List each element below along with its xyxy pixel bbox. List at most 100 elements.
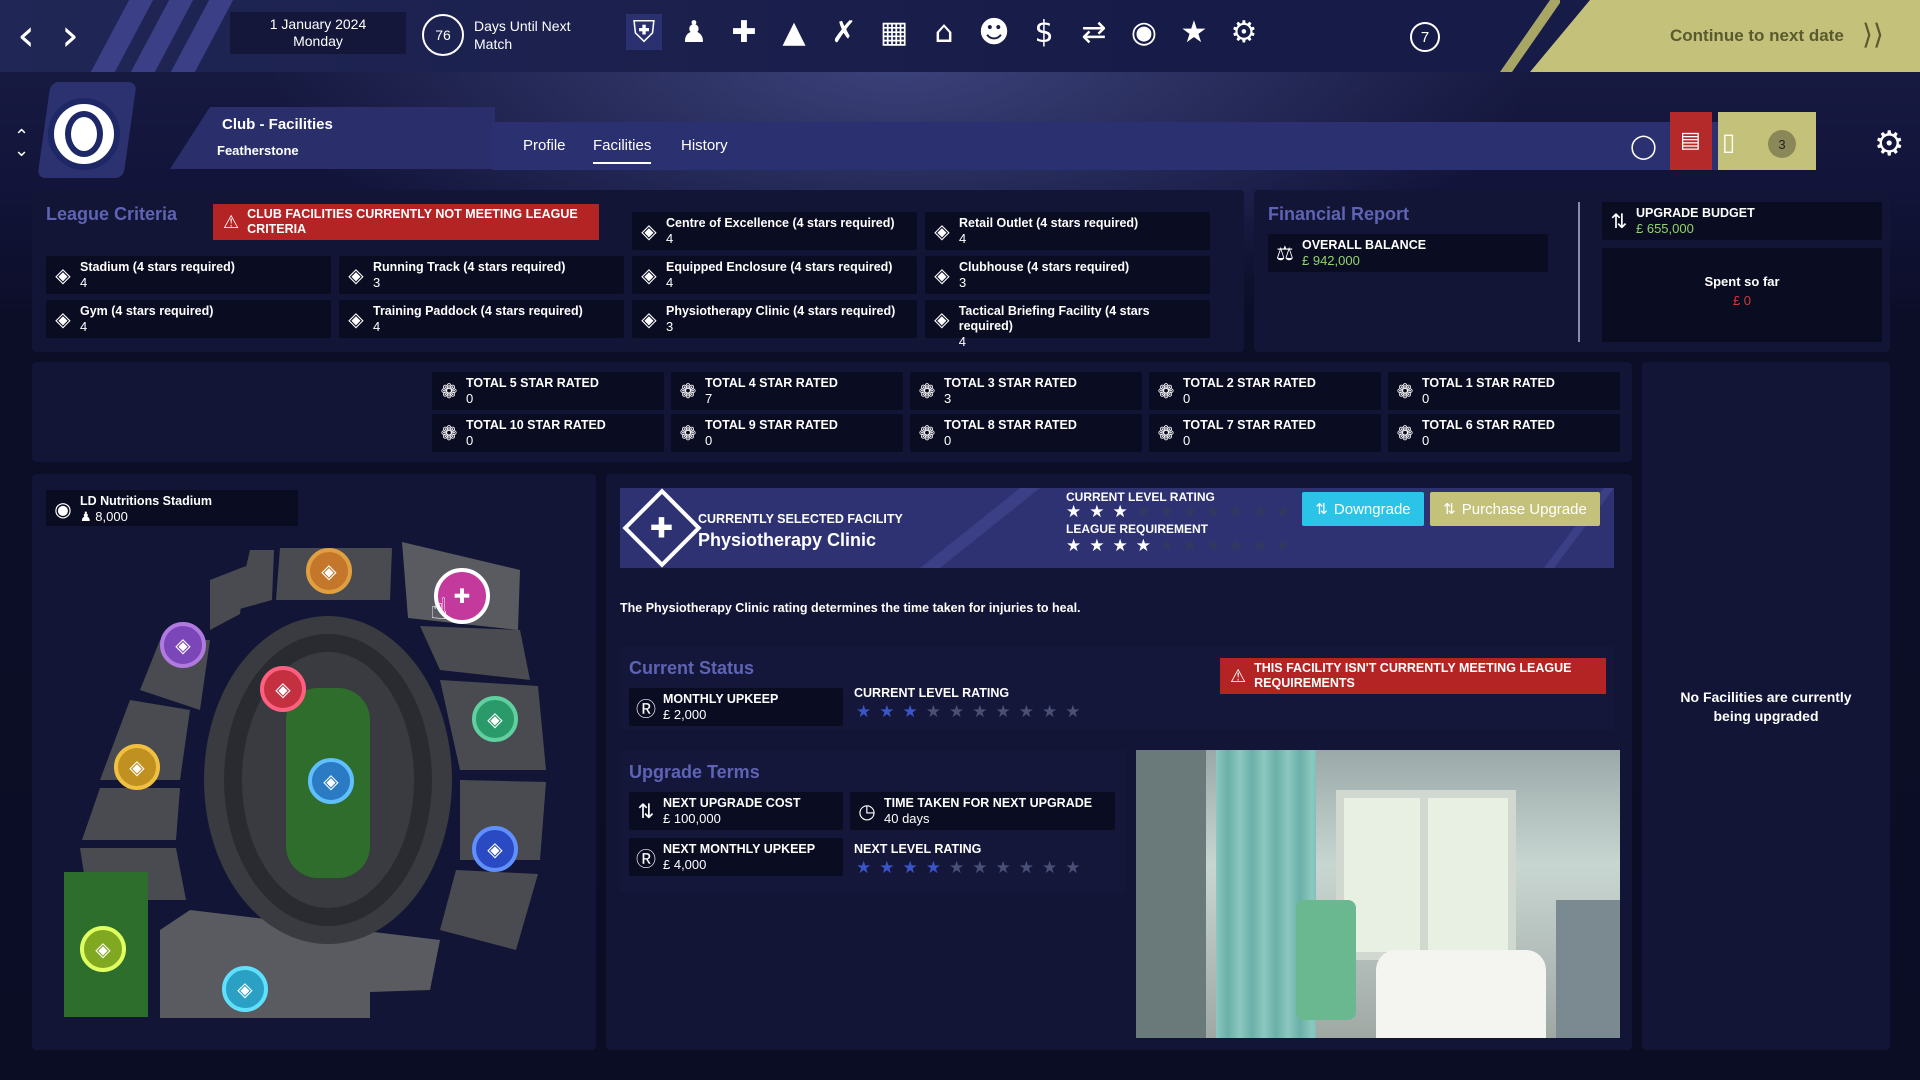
total-rated-card: ❁ TOTAL 8 STAR RATED 0: [910, 414, 1142, 452]
facility-diamond-icon: ◈: [641, 263, 657, 287]
financial-title: Financial Report: [1268, 204, 1410, 224]
back-arrow-icon[interactable]: ‹: [6, 10, 46, 61]
facility-diamond-icon: ◈: [934, 307, 950, 331]
total-rated-label: TOTAL 8 STAR RATED: [944, 418, 1077, 432]
star-empty-icon: ★: [1228, 536, 1244, 556]
facility-marker-running-track[interactable]: ◈: [260, 666, 306, 712]
star-badge-icon: ❁: [1157, 379, 1175, 403]
facility-marker-stadium[interactable]: ◈: [308, 758, 354, 804]
facility-diamond-icon: ◈: [934, 219, 950, 243]
total-rated-value: 3: [944, 391, 952, 406]
facility-marker-gym[interactable]: ◈: [114, 744, 160, 790]
criteria-value: 4: [666, 275, 674, 290]
budget-label: UPGRADE BUDGET: [1636, 206, 1755, 220]
stadium-icon: ◉: [54, 497, 72, 521]
star-empty-icon: ★: [1275, 536, 1291, 556]
upgrade-arrows-icon: ⇅: [1610, 209, 1628, 233]
facility-marker-equipped-enclosure[interactable]: ◈: [222, 966, 268, 1012]
star-empty-icon: ★: [1042, 858, 1058, 878]
tab-history[interactable]: History: [681, 137, 728, 154]
total-rated-card: ❁ TOTAL 9 STAR RATED 0: [671, 414, 903, 452]
club-switch-icon[interactable]: ⌃ ⌄: [14, 128, 29, 160]
next-upgrade-cost: ⇅ NEXT UPGRADE COST £ 100,000: [629, 792, 843, 830]
facility-marker-centre-of-excellence[interactable]: ◈: [472, 826, 518, 872]
league-requirement-stars: ★ ★ ★ ★ ★ ★ ★ ★ ★ ★: [1066, 536, 1291, 556]
tab-facilities[interactable]: Facilities: [593, 137, 652, 164]
star-badge-icon: ❁: [918, 379, 936, 403]
finance-icon[interactable]: $: [1026, 14, 1062, 50]
divider: [1578, 202, 1580, 342]
tab-profile[interactable]: Profile: [523, 137, 566, 154]
criteria-value: 4: [959, 231, 967, 246]
purchase-upgrade-button[interactable]: ⇅ Purchase Upgrade: [1430, 492, 1600, 526]
overall-balance: ⚖ OVERALL BALANCE £ 942,000: [1268, 234, 1548, 272]
criteria-item: ◈ Tactical Briefing Facility (4 stars re…: [925, 300, 1210, 349]
coach-icon[interactable]: ▲: [776, 14, 812, 50]
budget-value: £ 655,000: [1636, 221, 1694, 236]
home-icon[interactable]: ⌂: [926, 14, 962, 50]
facility-marker-clubhouse[interactable]: ◈: [306, 548, 352, 594]
star-empty-icon: ★: [1205, 502, 1221, 522]
club-crest: [48, 98, 120, 170]
downgrade-label[interactable]: Downgrade: [1334, 501, 1411, 518]
spent-so-far: Spent so far £ 0: [1602, 248, 1882, 342]
purchase-upgrade-label[interactable]: Purchase Upgrade: [1462, 501, 1587, 518]
continue-arrow-icon[interactable]: ⟩⟩: [1862, 18, 1884, 51]
scales-icon: ⚖: [1276, 241, 1294, 265]
total-rated-label: TOTAL 10 STAR RATED: [466, 418, 606, 432]
criteria-label: Retail Outlet (4 stars required): [959, 216, 1139, 230]
criteria-item: ◈ Running Track (4 stars required) 3: [339, 256, 624, 294]
trophy-icon[interactable]: ★: [1176, 14, 1212, 50]
globe-icon[interactable]: ◯: [1630, 132, 1657, 160]
balance-value: £ 942,000: [1302, 253, 1360, 268]
main-nav-icons: ⛨ ♟ ✚ ▲ ✗ ▦ ⌂ ☻ $ ⇄ ◉ ★ ⚙: [626, 14, 1262, 50]
facility-marker-tactical-briefing[interactable]: ◈: [160, 622, 206, 668]
dollar-icon: Ⓡ: [636, 846, 656, 871]
upgrade-budget: ⇅ UPGRADE BUDGET £ 655,000: [1602, 202, 1882, 240]
continue-label[interactable]: Continue to next date: [1670, 26, 1844, 46]
star-empty-icon: ★: [1065, 858, 1081, 878]
downgrade-button[interactable]: ⇅ Downgrade: [1302, 492, 1424, 526]
criteria-value: 4: [958, 334, 966, 349]
cursor-hand-icon: ☝: [430, 592, 449, 627]
criteria-label: Equipped Enclosure (4 stars required): [666, 260, 893, 274]
facility-warning: ⚠ THIS FACILITY ISN'T CURRENTLY MEETING …: [1220, 658, 1606, 694]
calendar-icon[interactable]: ▦: [876, 14, 912, 50]
current-date: 1 January 2024: [269, 16, 367, 32]
shield-icon[interactable]: ⛨: [626, 14, 662, 50]
upgrade-time: ◷ TIME TAKEN FOR NEXT UPGRADE 40 days: [850, 792, 1115, 830]
player-icon[interactable]: ♟: [676, 14, 712, 50]
page-title: Club - Facilities: [222, 116, 333, 133]
help-button[interactable]: 7: [1410, 22, 1440, 52]
criteria-item: ◈ Physiotherapy Clinic (4 stars required…: [632, 300, 917, 338]
scouting-icon[interactable]: ◉: [1126, 14, 1162, 50]
inbox-icon[interactable]: ▯: [1722, 128, 1735, 156]
star-filled-icon: ★: [1135, 536, 1151, 556]
star-empty-icon: ★: [995, 702, 1011, 722]
no-upgrades-message: No Facilities are currently being upgrad…: [1680, 689, 1852, 724]
criteria-label: Tactical Briefing Facility (4 stars requ…: [958, 304, 1150, 333]
monthly-upkeep-label: MONTHLY UPKEEP: [663, 692, 779, 706]
facility-marker-retail-outlet[interactable]: ◈: [472, 696, 518, 742]
next-upgrade-cost-value: £ 100,000: [663, 811, 721, 826]
medical-icon[interactable]: ✚: [726, 14, 762, 50]
next-upgrade-cost-label: NEXT UPGRADE COST: [663, 796, 801, 810]
forward-arrow-icon[interactable]: ›: [50, 10, 90, 61]
settings-icon[interactable]: ⚙: [1874, 124, 1904, 164]
facility-diamond-icon: ◈: [55, 307, 71, 331]
stadium-capacity: ♟ 8,000: [80, 509, 128, 524]
tactics-icon[interactable]: ✗: [826, 14, 862, 50]
upgrade-arrows-icon: ⇅: [637, 799, 655, 823]
criteria-item: ◈ Equipped Enclosure (4 stars required) 4: [632, 256, 917, 294]
settings-cog-icon[interactable]: ⚙: [1226, 14, 1262, 50]
warning-icon: ⚠: [223, 211, 240, 233]
squad-icon[interactable]: ☻: [976, 14, 1012, 50]
transfer-icon[interactable]: ⇄: [1076, 14, 1112, 50]
downgrade-arrows-icon: ⇅: [1315, 500, 1328, 518]
star-empty-icon: ★: [1065, 702, 1081, 722]
clipboard-icon[interactable]: ▤: [1680, 128, 1701, 153]
facility-marker-training-paddock[interactable]: ◈: [80, 926, 126, 972]
star-badge-icon: ❁: [679, 421, 697, 445]
star-filled-icon: ★: [1089, 536, 1105, 556]
star-badge-icon: ❁: [1396, 421, 1414, 445]
